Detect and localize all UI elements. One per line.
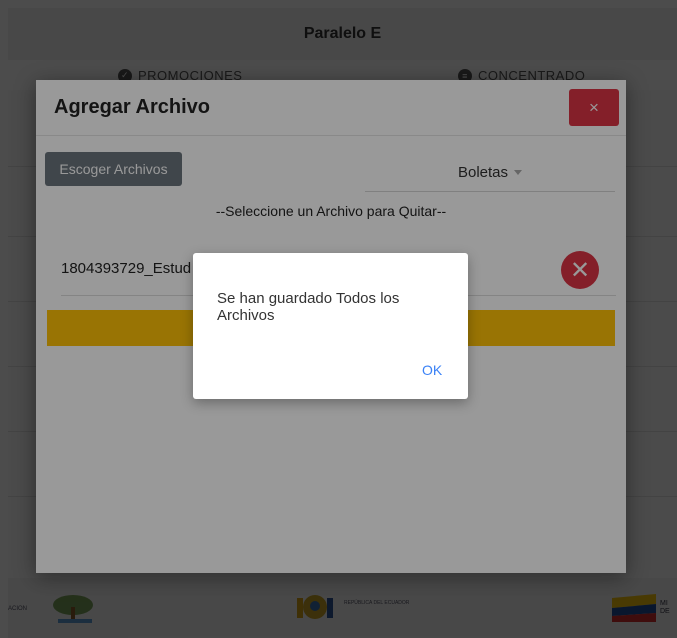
alert-message: Se han guardado Todos los Archivos — [217, 290, 400, 324]
ok-button[interactable]: OK — [422, 362, 442, 378]
alert-dialog: Se han guardado Todos los Archivos OK — [193, 253, 468, 399]
